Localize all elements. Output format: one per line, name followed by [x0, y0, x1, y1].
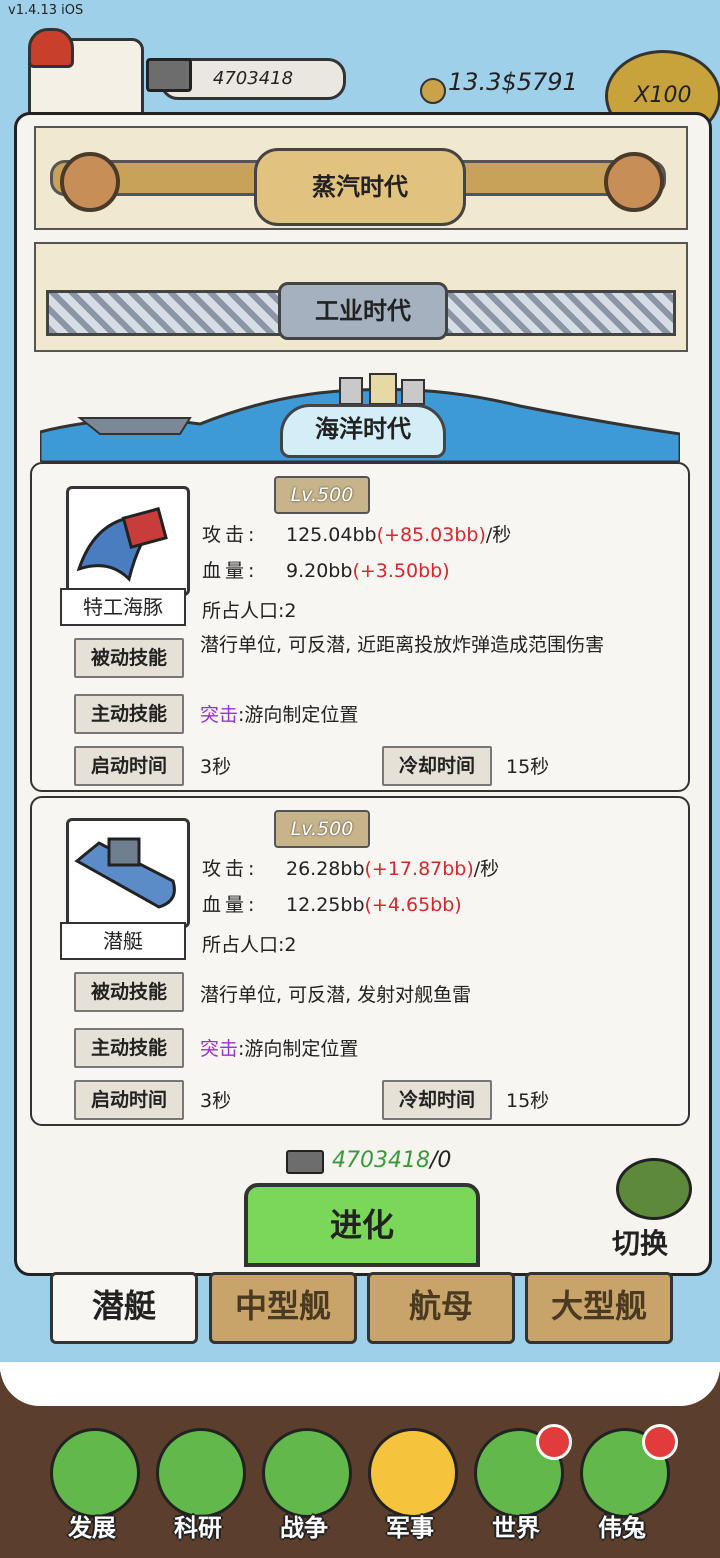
active-skill-desc: 突击:游向制定位置 — [200, 1034, 358, 1061]
attack-unit: /秒 — [473, 858, 500, 880]
money-counter: 13.3$5791 — [448, 68, 578, 96]
start-time-value: 3秒 — [200, 1090, 232, 1112]
attack-label: 攻击: — [202, 524, 259, 546]
valve-wheel-icon — [60, 152, 120, 212]
hp-stat: 血量: 12.25bb(+4.65bb) — [202, 890, 462, 917]
unit-level: Lv.500 — [274, 810, 370, 848]
attack-stat: 攻击: 26.28bb(+17.87bb)/秒 — [202, 854, 499, 881]
active-skill-text: :游向制定位置 — [238, 704, 359, 726]
attack-label: 攻击: — [202, 858, 259, 880]
unit-level: Lv.500 — [274, 476, 370, 514]
attack-value: 125.04bb — [286, 524, 377, 546]
dolphin-portrait — [66, 486, 190, 596]
tab-large-ship[interactable]: 大型舰 — [525, 1272, 673, 1344]
era-industry-label: 工业时代 — [278, 282, 448, 340]
coin-icon — [420, 78, 446, 104]
unit-name: 特工海豚 — [60, 588, 186, 626]
active-skill-name: 突击 — [200, 704, 239, 726]
version-label: v1.4.13 iOS — [8, 3, 84, 18]
notification-dot — [536, 1424, 572, 1460]
attack-value: 26.28bb — [286, 858, 365, 880]
helmet-icon[interactable] — [368, 1428, 458, 1518]
population-stat: 所占人口:2 — [202, 600, 297, 622]
era-ocean-label: 海洋时代 — [280, 404, 446, 458]
attack-unit: /秒 — [485, 524, 512, 546]
cooldown-tag: 冷却时间 — [382, 1080, 492, 1120]
active-skill-tag: 主动技能 — [74, 694, 184, 734]
hp-label: 血量: — [202, 894, 259, 916]
passive-skill-desc: 潜行单位, 可反潜, 发射对舰鱼雷 — [200, 984, 472, 1006]
active-skill-text: :游向制定位置 — [238, 1038, 359, 1060]
nav-war[interactable]: 战争 — [254, 1508, 354, 1543]
submarine-portrait — [66, 818, 190, 928]
unit-name: 潜艇 — [60, 922, 186, 960]
hp-value: 9.20bb — [286, 560, 353, 582]
tab-submarine[interactable]: 潜艇 — [50, 1272, 198, 1344]
active-skill-desc: 突击:游向制定位置 — [200, 700, 358, 727]
passive-skill-desc: 潜行单位, 可反潜, 近距离投放炸弹造成范围伤害 — [200, 634, 605, 656]
attack-bonus: (+17.87bb) — [364, 858, 474, 880]
nav-military[interactable]: 军事 — [360, 1508, 460, 1543]
active-skill-tag: 主动技能 — [74, 1028, 184, 1068]
swords-icon[interactable] — [262, 1428, 352, 1518]
arrow-up-icon[interactable] — [50, 1428, 140, 1518]
cost-required: /0 — [429, 1148, 452, 1173]
passive-skill-tag: 被动技能 — [74, 972, 184, 1012]
passive-skill-tag: 被动技能 — [74, 638, 184, 678]
start-time-tag: 启动时间 — [74, 746, 184, 786]
ingot-icon — [286, 1150, 324, 1174]
hp-bonus: (+4.65bb) — [364, 894, 462, 916]
valve-wheel-icon — [604, 152, 664, 212]
ingot-count: 4703418 — [212, 68, 294, 89]
hp-bonus: (+3.50bb) — [352, 560, 450, 582]
flask-icon[interactable] — [156, 1428, 246, 1518]
hp-value: 12.25bb — [286, 894, 365, 916]
era-steam-label: 蒸汽时代 — [254, 148, 466, 226]
hat-icon — [28, 28, 74, 68]
nav-develop[interactable]: 发展 — [42, 1508, 142, 1543]
evolve-button[interactable]: 进化 — [244, 1183, 480, 1267]
nav-research[interactable]: 科研 — [148, 1508, 248, 1543]
tab-medium-ship[interactable]: 中型舰 — [209, 1272, 357, 1344]
hp-stat: 血量: 9.20bb(+3.50bb) — [202, 556, 450, 583]
start-time-value: 3秒 — [200, 756, 232, 778]
cooldown-tag: 冷却时间 — [382, 746, 492, 786]
switch-button[interactable]: 切换 — [612, 1222, 668, 1262]
cooldown-value: 15秒 — [506, 756, 550, 778]
cooldown-value: 15秒 — [506, 1090, 550, 1112]
start-time-tag: 启动时间 — [74, 1080, 184, 1120]
tab-carrier[interactable]: 航母 — [367, 1272, 515, 1344]
population-stat: 所占人口:2 — [202, 934, 297, 956]
ingot-icon — [146, 58, 192, 92]
active-skill-name: 突击 — [200, 1038, 239, 1060]
notification-dot — [642, 1424, 678, 1460]
attack-bonus: (+85.03bb) — [376, 524, 486, 546]
helmet-switch-icon[interactable] — [616, 1158, 692, 1220]
attack-stat: 攻击: 125.04bb(+85.03bb)/秒 — [202, 520, 511, 547]
nav-world[interactable]: 世界 — [466, 1508, 566, 1543]
evolve-cost: 4703418/0 — [332, 1148, 451, 1173]
nav-great-rabbit[interactable]: 伟兔 — [572, 1508, 672, 1543]
hp-label: 血量: — [202, 560, 259, 582]
cost-owned: 4703418 — [332, 1148, 430, 1173]
snow-decoration — [0, 1362, 720, 1406]
